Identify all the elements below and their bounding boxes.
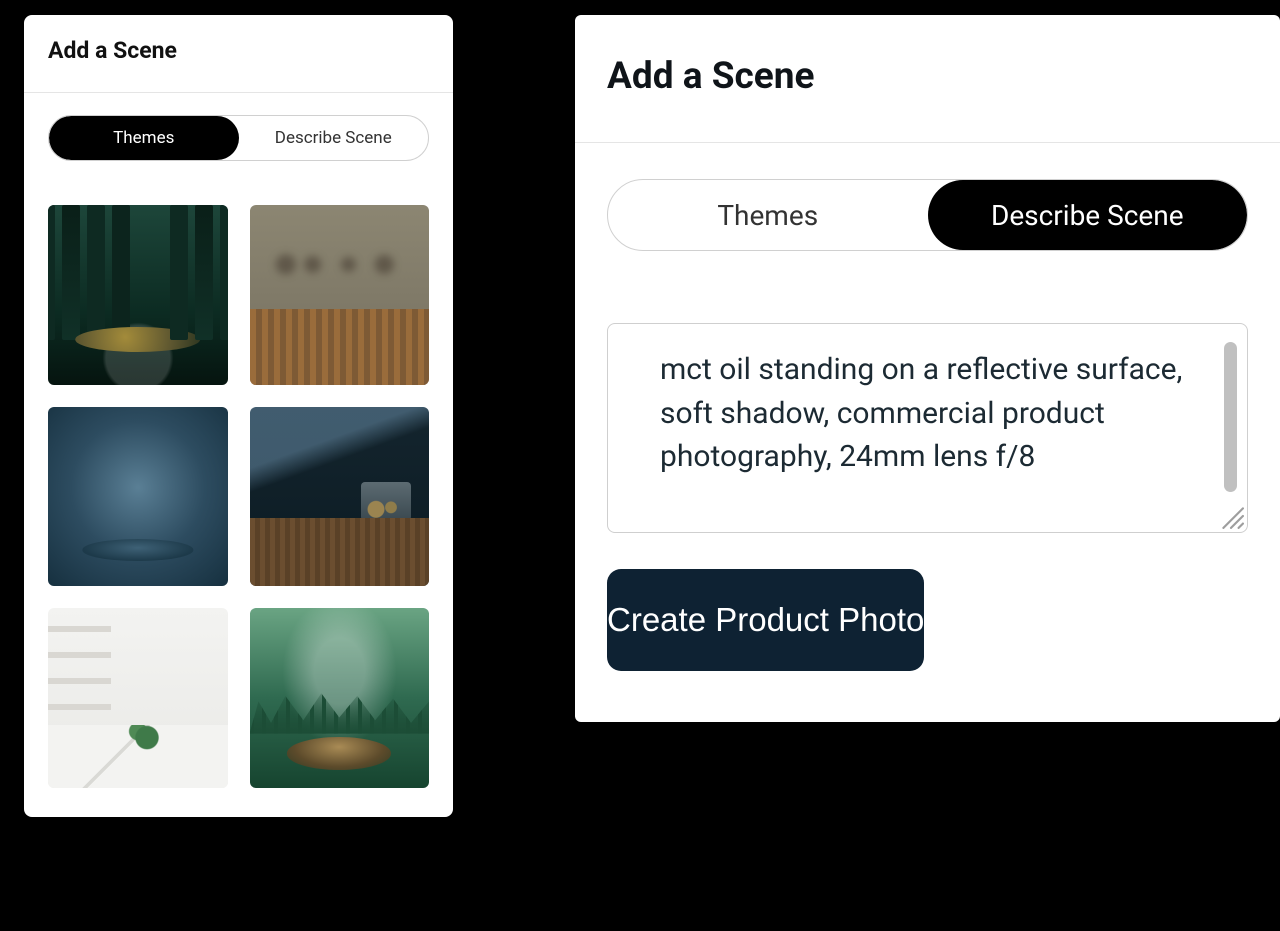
theme-thumb-green-forest[interactable] xyxy=(250,608,430,788)
theme-thumb-white-room[interactable] xyxy=(48,608,228,788)
tab-switch: Themes Describe Scene xyxy=(48,115,429,161)
panel-title: Add a Scene xyxy=(575,15,1280,143)
resize-handle-icon[interactable] xyxy=(1218,503,1244,529)
tab-themes[interactable]: Themes xyxy=(49,116,239,160)
create-product-photo-button[interactable]: Create Product Photo xyxy=(607,569,924,671)
panel-title: Add a Scene xyxy=(24,15,453,93)
tab-describe-scene[interactable]: Describe Scene xyxy=(928,180,1248,250)
tab-themes[interactable]: Themes xyxy=(608,180,928,250)
add-scene-panel-describe: Add a Scene Themes Describe Scene Create… xyxy=(575,15,1280,722)
theme-thumb-dark-kitchen[interactable] xyxy=(250,407,430,587)
theme-thumb-kitchen-blur[interactable] xyxy=(250,205,430,385)
scrollbar[interactable] xyxy=(1217,334,1241,522)
scene-prompt-input[interactable] xyxy=(608,324,1211,532)
tab-switch: Themes Describe Scene xyxy=(607,179,1248,251)
scene-prompt-field[interactable] xyxy=(607,323,1248,533)
add-scene-panel-themes: Add a Scene Themes Describe Scene xyxy=(24,15,453,817)
theme-thumb-blue-studio[interactable] xyxy=(48,407,228,587)
tab-describe-scene[interactable]: Describe Scene xyxy=(239,116,429,160)
themes-grid xyxy=(48,205,429,788)
theme-thumb-forest[interactable] xyxy=(48,205,228,385)
